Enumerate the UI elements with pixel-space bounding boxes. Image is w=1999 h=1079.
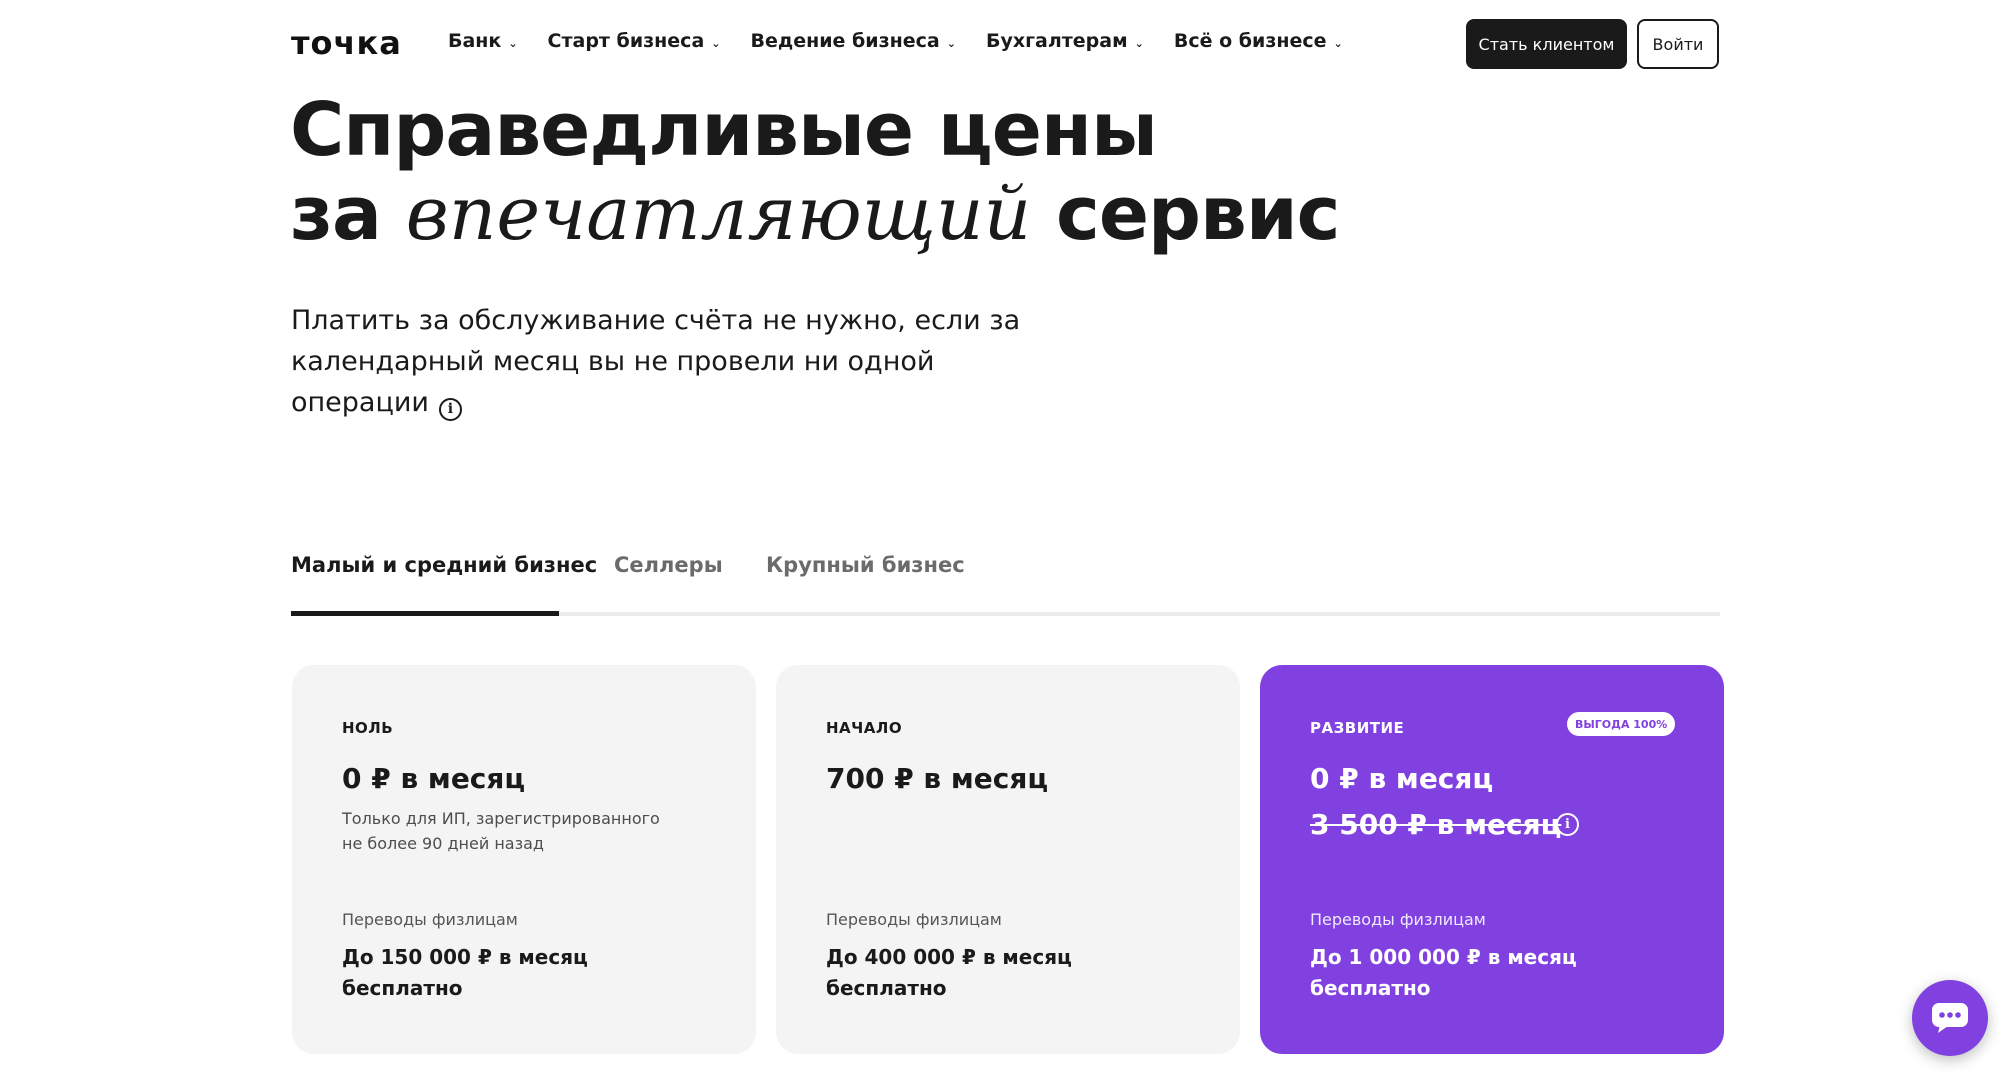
nav-item-label: Ведение бизнеса (750, 30, 940, 52)
plan-card-zero[interactable]: НОЛЬ 0 ₽ в месяц Только для ИП, зарегист… (292, 665, 756, 1054)
site-header: точка Банк ⌄ Старт бизнеса ⌄ Ведение биз… (0, 0, 1999, 88)
chevron-down-icon: ⌄ (1134, 36, 1144, 50)
transfer-label: Переводы физлицам (826, 910, 1002, 929)
chevron-down-icon: ⌄ (1333, 36, 1343, 50)
plan-price: 700 ₽ в месяц (826, 762, 1049, 795)
nav-item-running-business[interactable]: Ведение бизнеса ⌄ (751, 30, 956, 52)
plan-price: 0 ₽ в месяц (1310, 762, 1494, 795)
active-tab-indicator (291, 611, 559, 616)
nav-item-label: Банк (448, 30, 502, 52)
segment-tabs: Малый и средний бизнес Селлеры Крупный б… (291, 548, 1720, 616)
transfer-value: До 400 000 ₽ в месяц бесплатно (826, 945, 1072, 1000)
plan-name: РАЗВИТИЕ (1310, 719, 1405, 737)
chevron-down-icon: ⌄ (711, 36, 721, 50)
nav-item-start-business[interactable]: Старт бизнеса ⌄ (548, 30, 721, 52)
title-line-2: за впечатляющий сервис (290, 171, 1341, 257)
title-script-word: впечатляющий (405, 171, 1032, 257)
transfer-value: До 150 000 ₽ в месяц бесплатно (342, 945, 588, 1000)
plan-card-growth[interactable]: РАЗВИТИЕ ВЫГОДА 100% 0 ₽ в месяц 3 500 ₽… (1260, 665, 1724, 1054)
title-prefix: за (290, 171, 382, 257)
page-title: Справедливые цены за впечатляющий сервис (290, 87, 1341, 257)
plan-old-price: 3 500 ₽ в месяц (1310, 808, 1562, 841)
tab-sellers[interactable]: Селлеры (614, 553, 723, 577)
tab-large-business[interactable]: Крупный бизнес (766, 553, 965, 577)
nav-item-accountants[interactable]: Бухгалтерам ⌄ (986, 30, 1144, 52)
title-suffix: сервис (1055, 171, 1341, 257)
become-client-button[interactable]: Стать клиентом (1466, 19, 1627, 69)
tab-small-medium-business[interactable]: Малый и средний бизнес (291, 553, 597, 577)
nav-item-label: Всё о бизнесе (1173, 30, 1327, 52)
plan-price: 0 ₽ в месяц (342, 762, 526, 795)
logo[interactable]: точка (291, 24, 402, 62)
transfer-label: Переводы физлицам (342, 910, 518, 929)
plan-name: НАЧАЛО (826, 719, 903, 737)
chat-icon (1932, 1003, 1968, 1033)
chat-button[interactable] (1912, 980, 1988, 1056)
chevron-down-icon: ⌄ (508, 36, 518, 50)
nav-item-about-business[interactable]: Всё о бизнесе ⌄ (1174, 30, 1343, 52)
transfer-value: До 1 000 000 ₽ в месяц бесплатно (1310, 945, 1577, 1000)
login-button[interactable]: Войти (1637, 19, 1719, 69)
info-icon[interactable]: i (438, 398, 462, 421)
main-nav: Банк ⌄ Старт бизнеса ⌄ Ведение бизнеса ⌄… (448, 30, 1373, 52)
nav-item-label: Бухгалтерам (985, 30, 1128, 52)
nav-item-bank[interactable]: Банк ⌄ (448, 30, 518, 52)
plan-name: НОЛЬ (342, 719, 394, 737)
discount-badge: ВЫГОДА 100% (1567, 712, 1676, 736)
plan-note: Только для ИП, зарегистрированного не бо… (342, 809, 660, 853)
plan-card-start[interactable]: НАЧАЛО 700 ₽ в месяц Переводы физлицам Д… (776, 665, 1240, 1054)
page-subtitle: Платить за обслуживание счёта не нужно, … (291, 300, 1071, 423)
chevron-down-icon: ⌄ (946, 36, 956, 50)
nav-item-label: Старт бизнеса (547, 30, 705, 52)
transfer-label: Переводы физлицам (1310, 910, 1486, 929)
subtitle-text: Платить за обслуживание счёта не нужно, … (291, 305, 1021, 418)
title-line-1: Справедливые цены (290, 87, 1158, 173)
info-icon[interactable]: i (1556, 813, 1579, 836)
